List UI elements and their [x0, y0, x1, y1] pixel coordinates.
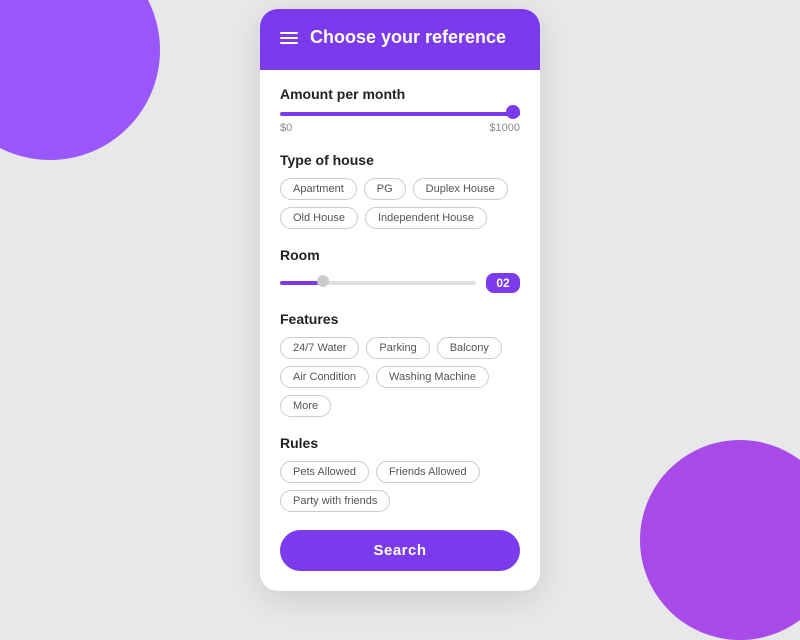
- amount-range-labels: $0 $1000: [280, 122, 520, 134]
- room-section-title: Room: [280, 247, 520, 263]
- room-section: Room 02: [280, 247, 520, 293]
- pill-party-with-friends[interactable]: Party with friends: [280, 490, 390, 512]
- pill-balcony[interactable]: Balcony: [437, 337, 502, 359]
- house-type-pills: Apartment PG Duplex House Old House Inde…: [280, 178, 520, 229]
- pill-duplex-house[interactable]: Duplex House: [413, 178, 508, 200]
- room-slider-row: 02: [280, 273, 520, 293]
- hamburger-icon[interactable]: [280, 32, 298, 44]
- pill-parking[interactable]: Parking: [366, 337, 429, 359]
- pill-water[interactable]: 24/7 Water: [280, 337, 359, 359]
- main-card: Choose your reference Amount per month $…: [260, 9, 540, 591]
- room-badge: 02: [486, 273, 520, 293]
- rules-section: Rules Pets Allowed Friends Allowed Party…: [280, 435, 520, 512]
- amount-min-label: $0: [280, 122, 292, 134]
- card-body: Amount per month $0 $1000 Type of house …: [260, 70, 540, 591]
- pill-pets-allowed[interactable]: Pets Allowed: [280, 461, 369, 483]
- pill-apartment[interactable]: Apartment: [280, 178, 357, 200]
- card-header: Choose your reference: [260, 9, 540, 70]
- room-slider-wrapper: [280, 281, 476, 285]
- bg-blob-top-left: [0, 0, 160, 160]
- room-slider-input[interactable]: [280, 281, 476, 285]
- pill-independent-house[interactable]: Independent House: [365, 207, 487, 229]
- pill-pg[interactable]: PG: [364, 178, 406, 200]
- amount-slider-container: [280, 112, 520, 116]
- pill-old-house[interactable]: Old House: [280, 207, 358, 229]
- rules-title: Rules: [280, 435, 520, 451]
- house-type-title: Type of house: [280, 152, 520, 168]
- features-section: Features 24/7 Water Parking Balcony Air …: [280, 311, 520, 417]
- features-pills: 24/7 Water Parking Balcony Air Condition…: [280, 337, 520, 417]
- amount-section-title: Amount per month: [280, 86, 520, 102]
- rules-pills: Pets Allowed Friends Allowed Party with …: [280, 461, 520, 512]
- pill-friends-allowed[interactable]: Friends Allowed: [376, 461, 480, 483]
- page-title: Choose your reference: [310, 27, 506, 48]
- pill-more[interactable]: More: [280, 395, 331, 417]
- house-type-section: Type of house Apartment PG Duplex House …: [280, 152, 520, 229]
- amount-section: Amount per month $0 $1000: [280, 86, 520, 134]
- features-title: Features: [280, 311, 520, 327]
- pill-air-condition[interactable]: Air Condition: [280, 366, 369, 388]
- bg-blob-bottom-right: [640, 440, 800, 640]
- amount-slider-input[interactable]: [280, 112, 520, 116]
- amount-max-label: $1000: [489, 122, 520, 134]
- search-button[interactable]: Search: [280, 530, 520, 571]
- pill-washing-machine[interactable]: Washing Machine: [376, 366, 489, 388]
